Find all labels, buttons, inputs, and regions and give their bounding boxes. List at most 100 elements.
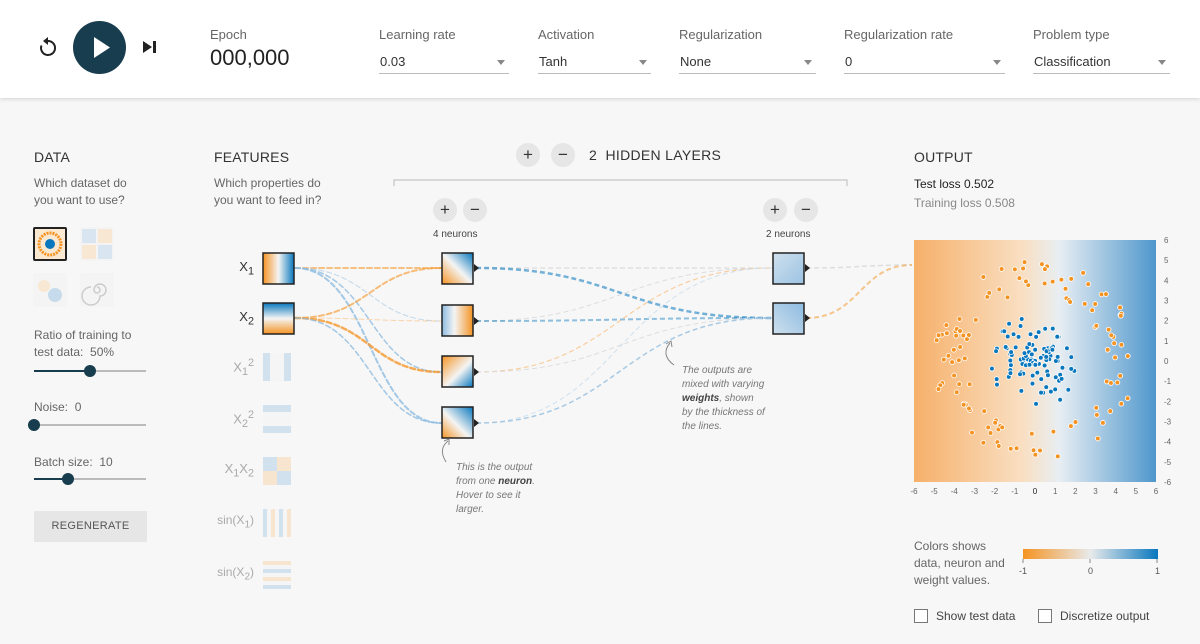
output-title: OUTPUT: [914, 149, 973, 165]
neuron-l1-1[interactable]: [441, 252, 474, 285]
x-tick-label: -6: [910, 487, 918, 496]
data-point-blue: [1038, 354, 1044, 361]
data-point-orange: [1032, 452, 1039, 458]
data-point-orange: [1100, 420, 1106, 426]
data-point-orange: [935, 386, 942, 392]
data-point-orange: [960, 401, 967, 408]
neuron-l1-1-output-arrow: [474, 264, 479, 272]
add-layer-button[interactable]: +: [516, 143, 540, 167]
neuron-l1-2[interactable]: [441, 304, 474, 337]
neuron-l2-2-output-arrow: [805, 314, 810, 322]
data-point-blue: [1038, 376, 1045, 382]
data-point-blue: [1035, 329, 1042, 335]
hidden-layers-bracket: [393, 179, 848, 186]
x-tick-label: 3: [1093, 487, 1098, 496]
data-point-orange: [1081, 301, 1088, 307]
remove-layer-button[interactable]: −: [551, 143, 575, 167]
data-point-blue: [1017, 371, 1023, 378]
y-tick-label: -5: [1164, 458, 1172, 467]
data-point-orange: [1068, 276, 1075, 282]
training-loss: Training loss 0.508: [914, 196, 1015, 210]
data-point-orange: [1030, 447, 1037, 454]
data-point-blue: [1042, 325, 1048, 332]
x-tick-label: 0: [1033, 487, 1038, 496]
data-point-blue: [1018, 316, 1025, 322]
link-x2-h3[interactable]: [293, 316, 443, 374]
data-point-orange: [943, 322, 950, 328]
feature-x2-squared-box[interactable]: [263, 405, 291, 433]
color-legend-bar: [1023, 549, 1158, 559]
data-point-orange: [957, 344, 963, 350]
data-point-orange: [1118, 341, 1125, 348]
data-point-orange: [1107, 408, 1114, 414]
data-point-blue: [1041, 362, 1048, 369]
neuron-l1-3-output-arrow: [474, 368, 479, 376]
data-point-orange: [1012, 266, 1018, 273]
data-point-orange: [1125, 353, 1131, 359]
data-point-orange: [1020, 265, 1026, 272]
data-point-orange: [1067, 299, 1073, 305]
x-tick-label: -1: [1011, 487, 1019, 496]
data-point-blue: [989, 365, 995, 372]
discretize-output-checkbox[interactable]: [1038, 609, 1052, 623]
neuron-note-text-2: from one: [456, 476, 496, 487]
show-test-data-checkbox[interactable]: [914, 609, 928, 623]
add-neuron-l2-button[interactable]: +: [763, 198, 787, 222]
link-h2-k1[interactable]: [475, 267, 773, 322]
x-tick-label: -5: [931, 487, 939, 496]
data-point-orange: [985, 424, 992, 431]
data-point-orange: [1108, 332, 1115, 339]
layer2-neuron-count: 2 neurons: [766, 229, 811, 240]
weights-note-text-2: mixed with varying: [682, 379, 765, 390]
network-canvas: -6 -5 -4 -3 -2 -1 0 1 2 3 4 5 6 -6 -5 -4 -3 -2 -1 0 1 2 3 4 5 6: [262, 179, 1172, 589]
link-h1-k2[interactable]: [475, 266, 773, 320]
data-point-orange: [998, 266, 1005, 272]
neuron-l2-2[interactable]: [772, 302, 805, 335]
data-point-blue: [1038, 389, 1044, 396]
data-point-orange: [1112, 354, 1118, 361]
data-point-orange: [981, 408, 988, 414]
feature-x1-box[interactable]: [262, 252, 295, 285]
output-x-axis: -6 -5 -4 -3 -2 -1 0 1 2 3 4 5 6: [910, 487, 1158, 496]
data-point-blue: [1029, 351, 1035, 358]
remove-neuron-l1-button[interactable]: −: [463, 198, 487, 222]
add-neuron-l1-button[interactable]: +: [433, 198, 457, 222]
data-point-orange: [1103, 291, 1109, 297]
link-x1-h2[interactable]: [294, 267, 442, 322]
neuron-l1-3[interactable]: [441, 355, 474, 388]
x-tick-label: 1: [1053, 487, 1058, 496]
data-point-blue: [1012, 344, 1019, 351]
link-x1-h4[interactable]: [294, 267, 442, 424]
data-point-orange: [1068, 423, 1074, 429]
data-point-orange: [1037, 447, 1043, 454]
color-legend-text-1: Colors shows: [914, 539, 987, 553]
color-legend-min: -1: [1019, 566, 1028, 576]
neuron-l1-4[interactable]: [441, 406, 474, 439]
data-point-orange: [951, 346, 957, 353]
data-point-orange: [1118, 312, 1124, 319]
y-tick-label: 3: [1164, 297, 1169, 306]
data-point-blue: [1021, 350, 1028, 356]
feature-x1x2-box[interactable]: [263, 457, 291, 485]
data-point-orange: [1124, 395, 1131, 402]
neuron-l1-2-output-arrow: [474, 317, 479, 325]
remove-neuron-l2-button[interactable]: −: [794, 198, 818, 222]
link-x2-h1[interactable]: [294, 267, 442, 319]
data-point-blue: [1057, 396, 1063, 403]
feature-sin-x2-box[interactable]: [263, 561, 291, 589]
data-point-blue: [1032, 362, 1039, 368]
data-point-blue: [1045, 372, 1051, 379]
data-point-orange: [972, 317, 979, 323]
feature-sin-x1-box[interactable]: [263, 509, 291, 537]
y-tick-label: 6: [1164, 236, 1169, 245]
feature-x1-squared-box[interactable]: [263, 353, 291, 381]
link-k2-out[interactable]: [805, 264, 913, 319]
x-tick-label: -3: [971, 487, 979, 496]
neuron-l2-1[interactable]: [772, 252, 805, 285]
neuron-note-text-1: This is the output: [456, 462, 533, 473]
feature-x2-box[interactable]: [262, 302, 295, 335]
data-point-orange: [944, 330, 950, 337]
data-point-blue: [1049, 346, 1056, 353]
data-point-blue: [1054, 354, 1061, 360]
data-point-orange: [1098, 291, 1105, 298]
